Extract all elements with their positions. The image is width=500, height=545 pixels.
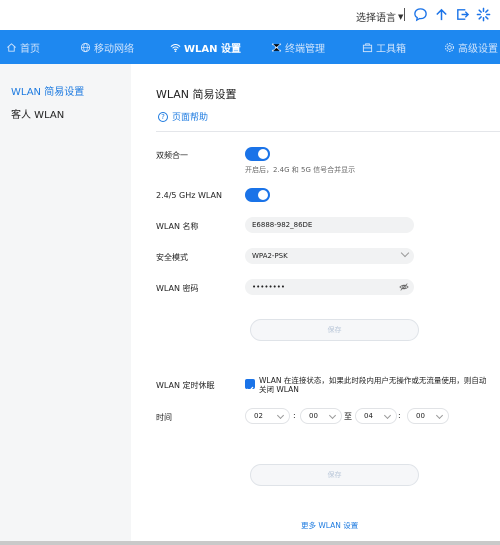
chevron-down-icon xyxy=(276,411,285,420)
start-hour-select[interactable]: 02 xyxy=(245,408,290,424)
globe-icon xyxy=(80,42,91,52)
time-colon: : xyxy=(398,411,401,420)
nav-item-wlan-settings[interactable]: WLAN 设置 xyxy=(170,30,241,64)
nav-item-advanced-settings[interactable]: 高级设置 xyxy=(444,30,498,64)
save-button[interactable]: 保存 xyxy=(250,319,419,341)
ssid-value: E6888-982_86DE xyxy=(252,221,313,229)
end-minute-value: 00 xyxy=(416,412,425,420)
nav-item-toolbox[interactable]: 工具箱 xyxy=(362,30,406,64)
security-select[interactable]: WPA2-PSK xyxy=(245,248,414,264)
sidebar: WLAN 简易设置 客人 WLAN xyxy=(0,64,131,545)
sidebar-item-wlan-basic[interactable]: WLAN 简易设置 xyxy=(11,83,84,98)
password-field[interactable]: •••••••• xyxy=(245,279,414,295)
time-label: 时间 xyxy=(156,413,172,422)
language-label: 选择语言 xyxy=(356,13,396,24)
devices-icon xyxy=(271,42,282,52)
dual-band-hint: 开启后，2.4G 和 5G 信号合并显示 xyxy=(245,166,356,174)
chat-icon[interactable] xyxy=(413,7,428,22)
security-label: 安全模式 xyxy=(156,253,188,262)
top-bar: 选择语言 ▼ xyxy=(0,0,500,30)
start-hour-value: 02 xyxy=(254,412,263,420)
chevron-down-icon xyxy=(435,411,444,420)
nav-item-device-management[interactable]: 终端管理 xyxy=(271,30,325,64)
band-label: 2.4/5 GHz WLAN xyxy=(156,191,223,200)
dual-band-label: 双频合一 xyxy=(156,151,188,160)
wifi-icon xyxy=(170,43,181,52)
nav-item-home[interactable]: 首页 xyxy=(6,30,40,64)
caret-down-icon: ▼ xyxy=(398,12,404,21)
sleep-description: WLAN 在连接状态，如果此时段内用户无操作或无流量使用，则自动关闭 WLAN xyxy=(259,376,487,394)
eye-off-icon[interactable] xyxy=(399,282,409,292)
home-icon xyxy=(7,42,16,52)
page-title: WLAN 简易设置 xyxy=(156,88,237,101)
main-content: WLAN 简易设置 ? 页面帮助 双频合一 开启后，2.4G 和 5G 信号合并… xyxy=(131,64,500,545)
end-minute-select[interactable]: 00 xyxy=(407,408,449,424)
end-hour-select[interactable]: 04 xyxy=(355,408,397,424)
password-value: •••••••• xyxy=(252,283,286,291)
ssid-label: WLAN 名称 xyxy=(156,222,199,231)
main-nav: 首页 移动网络 WLAN 设置 终端管理 工具箱 高级设置 xyxy=(0,30,500,64)
chevron-down-icon xyxy=(400,248,410,258)
ssid-field[interactable]: E6888-982_86DE xyxy=(245,217,414,233)
sleep-checkbox[interactable] xyxy=(245,379,255,393)
toolbox-icon xyxy=(362,42,373,52)
nav-label: 终端管理 xyxy=(285,43,325,55)
end-hour-value: 04 xyxy=(364,412,373,420)
divider xyxy=(404,8,405,21)
help-label: 页面帮助 xyxy=(172,113,209,123)
language-selector[interactable]: 选择语言 ▼ xyxy=(356,9,404,25)
start-minute-select[interactable]: 00 xyxy=(300,408,342,424)
security-value: WPA2-PSK xyxy=(252,252,288,260)
gear-icon xyxy=(445,42,454,52)
dual-band-toggle[interactable] xyxy=(245,147,270,161)
chevron-down-icon xyxy=(383,411,392,420)
start-minute-value: 00 xyxy=(309,412,318,420)
time-range-separator: 至 xyxy=(344,412,352,421)
nav-item-mobile-network[interactable]: 移动网络 xyxy=(80,30,134,64)
more-wlan-settings-link[interactable]: 更多 WLAN 设置 xyxy=(301,520,358,531)
save-button-2[interactable]: 保存 xyxy=(250,464,419,486)
nav-label: WLAN 设置 xyxy=(184,43,241,55)
nav-label: 移动网络 xyxy=(94,43,134,55)
password-label: WLAN 密码 xyxy=(156,284,199,293)
sleep-label: WLAN 定时休眠 xyxy=(156,381,215,390)
bottom-strip xyxy=(0,541,500,545)
question-icon: ? xyxy=(158,111,168,122)
chevron-down-icon xyxy=(328,411,337,420)
nav-label: 首页 xyxy=(20,43,40,55)
check-icon xyxy=(246,386,254,393)
sidebar-item-guest-wlan[interactable]: 客人 WLAN xyxy=(11,106,64,121)
time-colon: : xyxy=(293,411,296,420)
nav-label: 工具箱 xyxy=(376,43,406,55)
band-toggle[interactable] xyxy=(245,188,270,202)
nav-label: 高级设置 xyxy=(458,43,498,55)
loading-icon[interactable] xyxy=(476,7,491,22)
divider xyxy=(156,131,500,132)
help-link[interactable]: ? 页面帮助 xyxy=(158,110,208,123)
logout-icon[interactable] xyxy=(455,7,470,22)
upload-icon[interactable] xyxy=(434,7,449,22)
